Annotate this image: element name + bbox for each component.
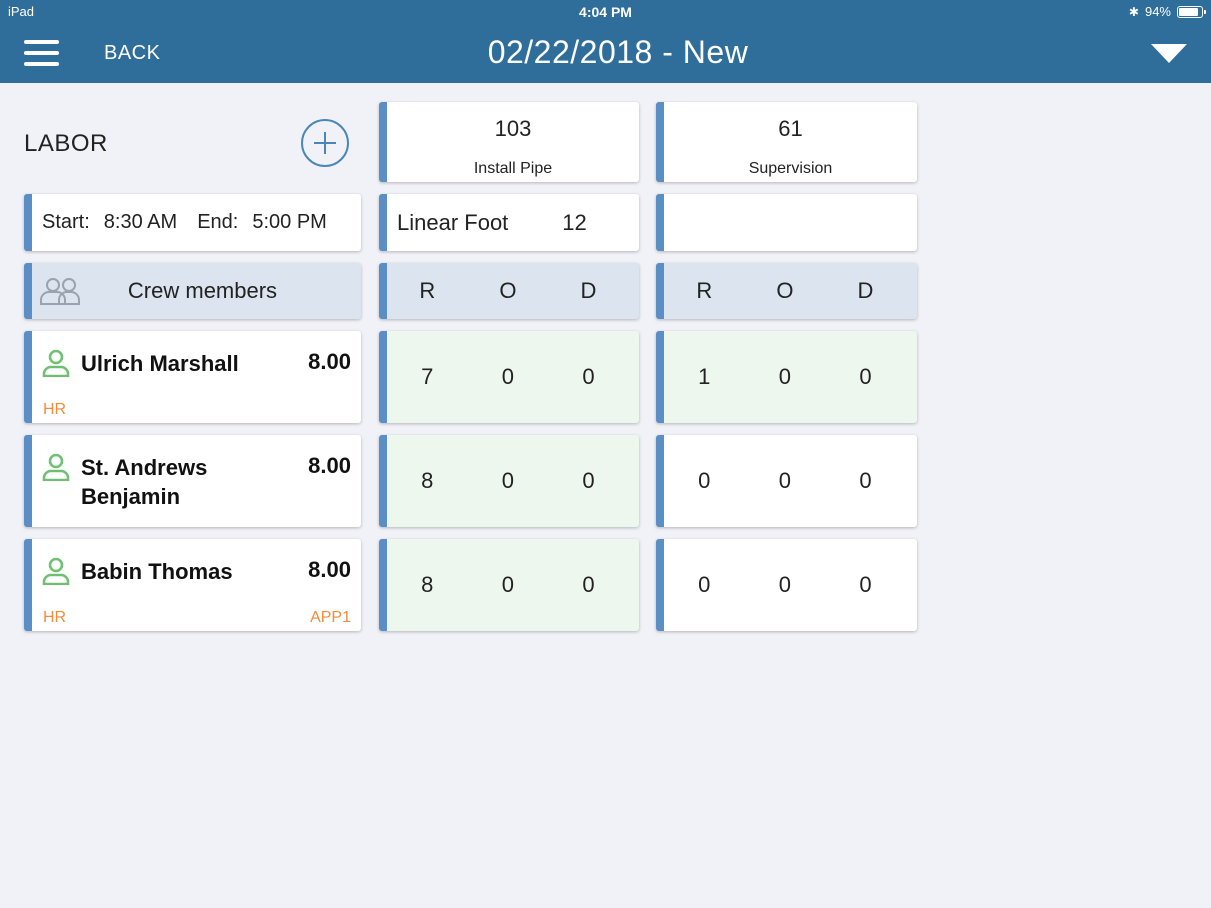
member-card[interactable]: Ulrich Marshall 8.00 HR (24, 331, 361, 423)
crew-members-label: Crew members (127, 278, 278, 303)
double-hours: 0 (859, 364, 872, 389)
end-time[interactable]: 5:00 PM (252, 211, 326, 234)
status-indicators: ✱ 94% (1128, 4, 1206, 19)
regular-hours: 8 (421, 468, 434, 493)
section-title: LABOR (24, 130, 108, 157)
member-class-secondary: APP1 (310, 609, 351, 626)
hours-cell[interactable]: 7 0 0 (379, 331, 639, 423)
bluetooth-icon: ✱ (1128, 4, 1139, 19)
column-header-overtime: O (499, 278, 517, 303)
hours-cell[interactable]: 0 0 0 (656, 539, 917, 631)
unit-quantity[interactable]: 12 (562, 210, 586, 236)
double-hours: 0 (582, 468, 595, 493)
unit-label: Linear Foot (397, 209, 509, 235)
member-hours: 8.00 (308, 349, 351, 374)
task-unit-card[interactable] (656, 194, 917, 251)
member-card[interactable]: St. Andrews Benjamin 8.00 (24, 435, 361, 527)
page-title: 02/22/2018 - New (487, 34, 749, 70)
crew-header: Crew members (24, 263, 361, 319)
time-range-card[interactable]: Start: 8:30 AM End: 5:00 PM (24, 194, 361, 251)
column-header-overtime: O (776, 278, 794, 303)
task-name: Install Pipe (473, 160, 553, 177)
column-header-double: D (857, 278, 874, 303)
task-code: 61 (778, 116, 803, 141)
regular-hours: 8 (421, 572, 434, 597)
member-card[interactable]: Babin Thomas 8.00 HR APP1 (24, 539, 361, 631)
task-card[interactable]: 103 Install Pipe (379, 102, 639, 182)
overtime-hours: 0 (501, 364, 515, 389)
group-icon (40, 278, 80, 305)
member-name: Babin Thomas (81, 559, 233, 584)
double-hours: 0 (582, 364, 595, 389)
regular-hours: 1 (698, 364, 711, 389)
person-icon (42, 453, 70, 481)
person-icon (42, 349, 70, 377)
regular-hours: 0 (698, 572, 711, 597)
member-class: HR (43, 401, 67, 418)
task-code: 103 (494, 116, 532, 141)
column-header-regular: R (419, 278, 436, 303)
overtime-hours: 0 (778, 572, 792, 597)
column-header-regular: R (696, 278, 713, 303)
rod-header: R O D (379, 263, 639, 319)
member-hours: 8.00 (308, 557, 351, 582)
member-name: Ulrich Marshall (81, 351, 239, 376)
add-labor-button[interactable] (301, 119, 349, 167)
hours-cell[interactable]: 0 0 0 (656, 435, 917, 527)
hours-cell[interactable]: 1 0 0 (656, 331, 917, 423)
double-hours: 0 (859, 572, 872, 597)
column-header-double: D (580, 278, 597, 303)
status-time: 4:04 PM (579, 4, 632, 20)
person-icon (42, 557, 70, 585)
member-hours: 8.00 (308, 453, 351, 478)
member-name: St. Andrews Benjamin (81, 455, 208, 509)
start-label: Start: (42, 211, 90, 233)
task-unit-card[interactable]: Linear Foot 12 (379, 194, 639, 251)
regular-hours: 0 (698, 468, 711, 493)
rod-header: R O D (656, 263, 917, 319)
task-name: Supervision (748, 160, 833, 177)
top-bar: iPad 4:04 PM ✱ 94% BACK 02/22/2018 - New (0, 0, 1211, 83)
chevron-down-icon[interactable] (1151, 44, 1187, 63)
task-card[interactable]: 61 Supervision (656, 102, 917, 182)
member-class: HR (43, 609, 67, 626)
start-time[interactable]: 8:30 AM (104, 211, 177, 234)
regular-hours: 7 (421, 364, 434, 389)
overtime-hours: 0 (501, 468, 515, 493)
hours-cell[interactable]: 8 0 0 (379, 435, 639, 527)
double-hours: 0 (859, 468, 872, 493)
overtime-hours: 0 (778, 364, 792, 389)
overtime-hours: 0 (501, 572, 515, 597)
hours-cell[interactable]: 8 0 0 (379, 539, 639, 631)
end-label: End: (197, 211, 239, 233)
double-hours: 0 (582, 572, 595, 597)
overtime-hours: 0 (778, 468, 792, 493)
battery-percent: 94% (1144, 4, 1171, 19)
battery-icon (1177, 5, 1206, 18)
